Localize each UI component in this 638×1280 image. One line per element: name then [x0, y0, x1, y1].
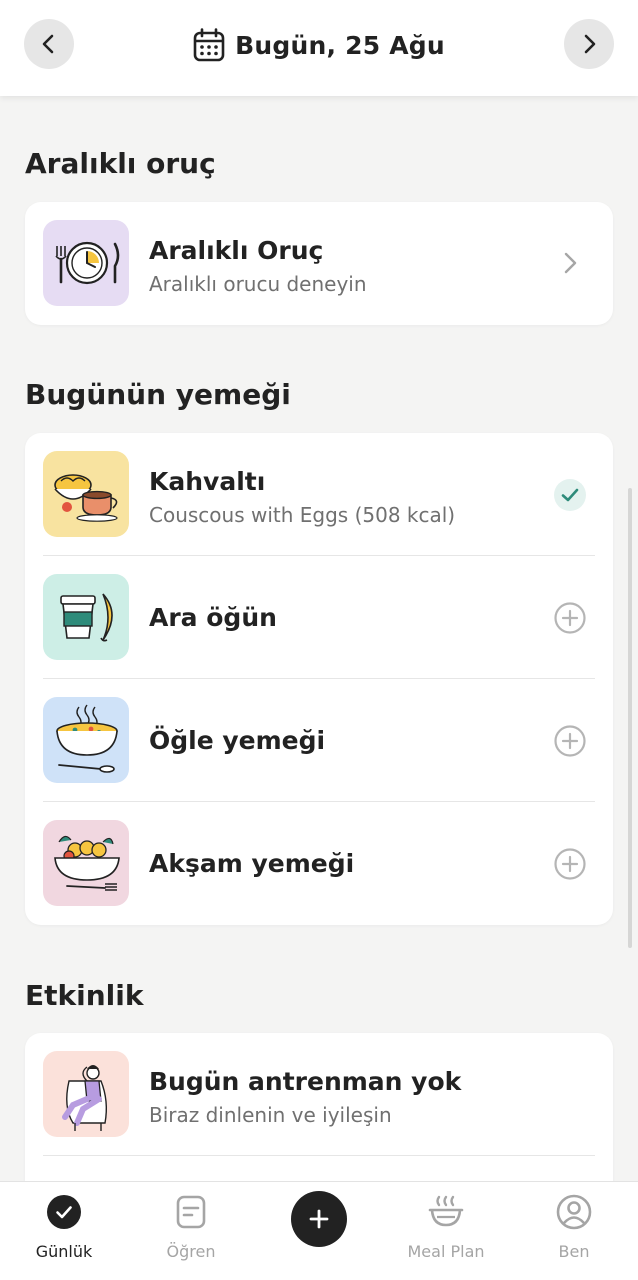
lunch-thumbnail — [43, 697, 129, 783]
meal-title-lunch: Öğle yemeği — [149, 726, 326, 755]
activity-card-subtitle: Biraz dinlenin ve iyileşin — [149, 1103, 392, 1127]
breakfast-icon — [54, 474, 118, 522]
resting-person-icon — [62, 1065, 108, 1131]
meal-row-dinner[interactable]: Akşam yemeği — [25, 802, 613, 925]
meal-title-snack: Ara öğün — [149, 603, 277, 632]
activity-row[interactable]: Bugün antrenman yok Biraz dinlenin ve iy… — [25, 1033, 613, 1156]
breakfast-thumbnail — [43, 451, 129, 537]
tab-meal-plan[interactable]: Meal Plan — [391, 1192, 501, 1272]
tab-label-profile: Ben — [558, 1242, 590, 1261]
app-root: Bugün, 25 Ağu Aralıklı oruç Aralıklı Oru… — [0, 0, 638, 1280]
plus-circle-icon — [554, 725, 586, 757]
soup-icon — [56, 704, 118, 773]
chevron-right-icon — [584, 34, 596, 54]
tab-daily[interactable]: Günlük — [9, 1192, 119, 1272]
tab-profile[interactable]: Ben — [519, 1192, 629, 1272]
add-entry-button[interactable] — [291, 1191, 347, 1247]
tab-label-meal-plan: Meal Plan — [407, 1242, 485, 1261]
date-selector[interactable]: Bugün, 25 Ağu — [0, 25, 638, 65]
tab-label-daily: Günlük — [35, 1242, 93, 1261]
clock-plate-icon — [55, 241, 120, 285]
fasting-section-title: Aralıklı oruç — [25, 147, 216, 180]
pasta-icon — [54, 835, 120, 891]
meal-row-snack[interactable]: Ara öğün — [25, 556, 613, 679]
tab-learn[interactable]: Öğren — [136, 1192, 246, 1272]
calendar-icon — [193, 28, 225, 62]
add-lunch-button[interactable] — [553, 724, 587, 758]
tab-label-learn: Öğren — [166, 1242, 216, 1261]
bowl-icon — [428, 1195, 464, 1227]
meal-title-breakfast: Kahvaltı — [149, 467, 266, 496]
document-icon — [176, 1195, 206, 1229]
fasting-chevron — [553, 246, 587, 280]
meal-title-dinner: Akşam yemeği — [149, 849, 355, 878]
date-label: Bugün, 25 Ağu — [235, 30, 445, 60]
fasting-card-subtitle: Aralıklı orucu deneyin — [149, 272, 367, 296]
meal-subtitle-breakfast: Couscous with Eggs (508 kcal) — [149, 503, 456, 527]
fasting-row[interactable]: Aralıklı Oruç Aralıklı orucu deneyin — [25, 202, 613, 325]
plus-circle-icon — [554, 848, 586, 880]
add-dinner-button[interactable] — [553, 847, 587, 881]
top-bar: Bugün, 25 Ağu — [0, 0, 638, 96]
activity-thumbnail — [43, 1051, 129, 1137]
meals-card: Kahvaltı Couscous with Eggs (508 kcal) A… — [25, 433, 613, 925]
row-divider — [43, 1155, 595, 1156]
plus-icon — [309, 1209, 329, 1229]
plus-circle-icon — [554, 602, 586, 634]
snack-icon — [60, 593, 113, 642]
fasting-thumbnail — [43, 220, 129, 306]
chevron-right-icon — [564, 252, 577, 274]
check-circle-icon — [47, 1195, 81, 1229]
fasting-card-title: Aralıklı Oruç — [149, 236, 324, 265]
activity-card-title: Bugün antrenman yok — [149, 1067, 462, 1096]
meals-section-title: Bugünün yemeği — [25, 378, 291, 411]
next-day-button[interactable] — [564, 19, 614, 69]
meal-row-breakfast[interactable]: Kahvaltı Couscous with Eggs (508 kcal) — [25, 433, 613, 556]
fasting-card[interactable]: Aralıklı Oruç Aralıklı orucu deneyin — [25, 202, 613, 325]
breakfast-logged-indicator — [553, 478, 587, 512]
activity-section-title: Etkinlik — [25, 979, 144, 1012]
add-snack-button[interactable] — [553, 601, 587, 635]
scrollbar[interactable] — [628, 488, 632, 948]
profile-icon — [556, 1194, 592, 1230]
meal-row-lunch[interactable]: Öğle yemeği — [25, 679, 613, 802]
check-icon — [554, 479, 586, 511]
dinner-thumbnail — [43, 820, 129, 906]
snack-thumbnail — [43, 574, 129, 660]
